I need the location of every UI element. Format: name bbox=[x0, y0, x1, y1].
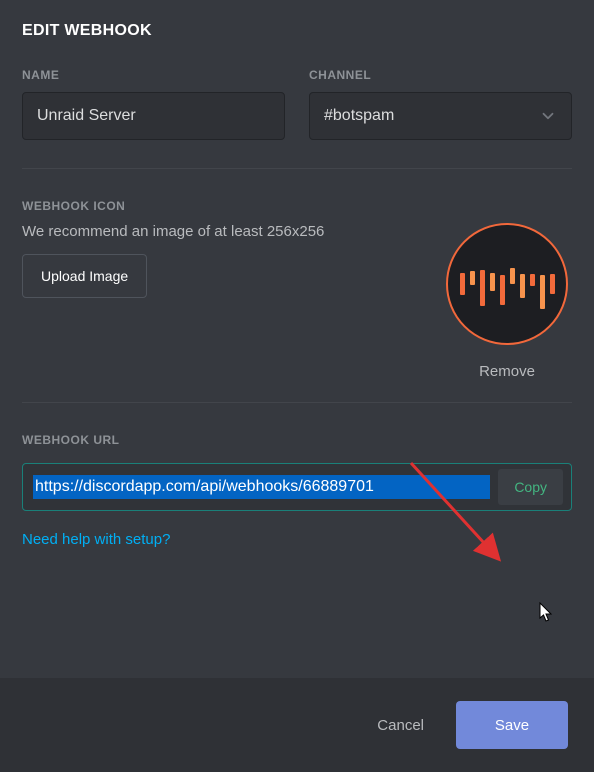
icon-label: WEBHOOK ICON bbox=[22, 199, 572, 213]
webhook-url-value[interactable]: https://discordapp.com/api/webhooks/6688… bbox=[33, 475, 490, 499]
webhook-avatar[interactable] bbox=[446, 223, 568, 345]
avatar-bars-icon bbox=[460, 254, 555, 314]
icon-hint: We recommend an image of at least 256x25… bbox=[22, 223, 422, 240]
chevron-down-icon bbox=[539, 107, 557, 125]
divider bbox=[22, 168, 572, 169]
modal-footer: Cancel Save bbox=[0, 678, 594, 772]
save-button[interactable]: Save bbox=[456, 701, 568, 749]
channel-value: #botspam bbox=[324, 107, 539, 125]
cursor-pointer-icon bbox=[535, 602, 555, 626]
channel-label: CHANNEL bbox=[309, 68, 572, 82]
copy-button[interactable]: Copy bbox=[498, 469, 563, 505]
url-label: WEBHOOK URL bbox=[22, 433, 572, 447]
remove-icon-link[interactable]: Remove bbox=[479, 363, 535, 380]
help-link[interactable]: Need help with setup? bbox=[22, 531, 170, 548]
upload-image-button[interactable]: Upload Image bbox=[22, 254, 147, 298]
name-input[interactable] bbox=[22, 92, 285, 140]
webhook-url-field[interactable]: https://discordapp.com/api/webhooks/6688… bbox=[22, 463, 572, 511]
divider bbox=[22, 402, 572, 403]
cancel-button[interactable]: Cancel bbox=[365, 705, 436, 746]
name-label: NAME bbox=[22, 68, 285, 82]
modal-title: EDIT WEBHOOK bbox=[22, 22, 572, 40]
channel-select[interactable]: #botspam bbox=[309, 92, 572, 140]
